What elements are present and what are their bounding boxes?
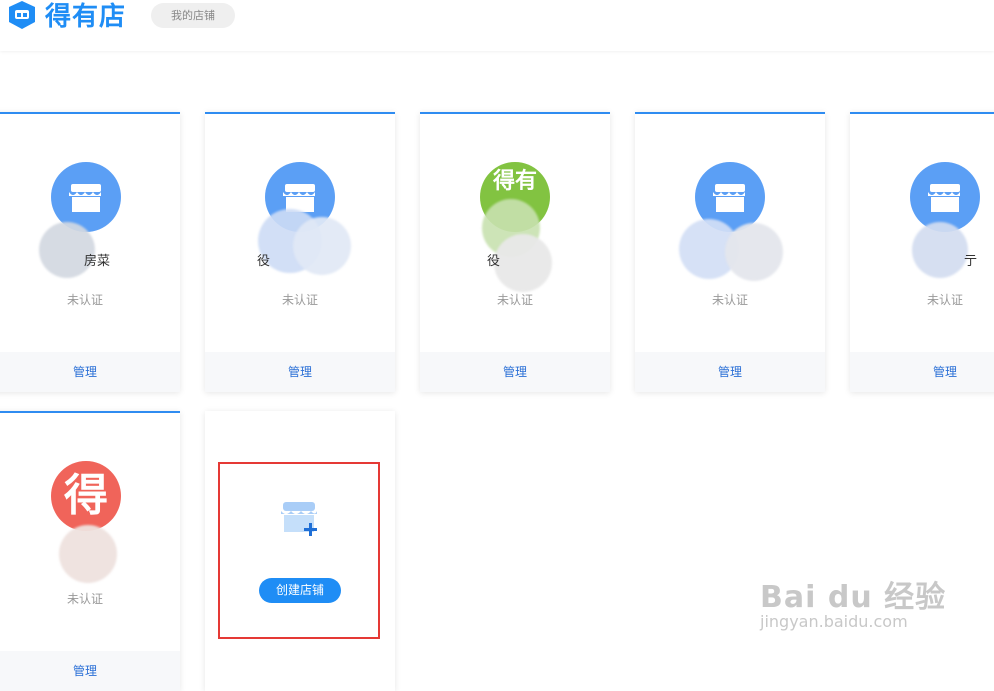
blurred-mask — [725, 223, 783, 281]
store-card: 未认证 管理 — [635, 112, 825, 392]
store-card: 得有 役 未认证 管理 — [420, 112, 610, 392]
status-label: 未认证 — [711, 293, 748, 307]
status-label: 未认证 — [496, 293, 533, 307]
manage-button[interactable]: 管理 — [0, 651, 180, 691]
store-name: 亍 — [964, 254, 978, 269]
status-label: 未认证 — [281, 293, 318, 307]
status-label: 未认证 — [66, 293, 103, 307]
manage-button[interactable]: 管理 — [850, 352, 994, 392]
store-avatar: 得 — [51, 461, 121, 531]
tab-my-stores[interactable]: 我的店铺 — [151, 3, 235, 28]
status-label: 未认证 — [926, 293, 963, 307]
store-card: 亍 未认证 管理 — [850, 112, 994, 392]
manage-button[interactable]: 管理 — [205, 352, 395, 392]
manage-button[interactable]: 管理 — [0, 352, 180, 392]
store-name: 役 — [257, 254, 271, 269]
store-card: 役 未认证 管理 — [205, 112, 395, 392]
watermark-title: Bai du 经验 — [760, 580, 947, 615]
store-card: 得 未认证 管理 — [0, 411, 180, 691]
blurred-mask — [59, 525, 117, 583]
avatar-text: 得 — [64, 470, 108, 521]
app-logo-text[interactable]: 得有店 — [45, 0, 126, 33]
manage-button[interactable]: 管理 — [420, 352, 610, 392]
store-card: 房菜 未认证 管理 — [0, 112, 180, 392]
store-name: 役 — [487, 254, 501, 269]
manage-button[interactable]: 管理 — [635, 352, 825, 392]
highlight-box — [218, 462, 380, 639]
baidu-watermark: Bai du 经验 jingyan.baidu.com — [760, 572, 946, 631]
store-name: 房菜 — [84, 254, 111, 269]
blurred-mask — [293, 217, 351, 275]
top-header: 得有店 我的店铺 — [0, 0, 994, 51]
blurred-mask — [912, 222, 968, 278]
avatar-text: 得有 — [492, 169, 537, 194]
store-logo-icon — [9, 1, 35, 29]
status-label: 未认证 — [66, 592, 103, 606]
